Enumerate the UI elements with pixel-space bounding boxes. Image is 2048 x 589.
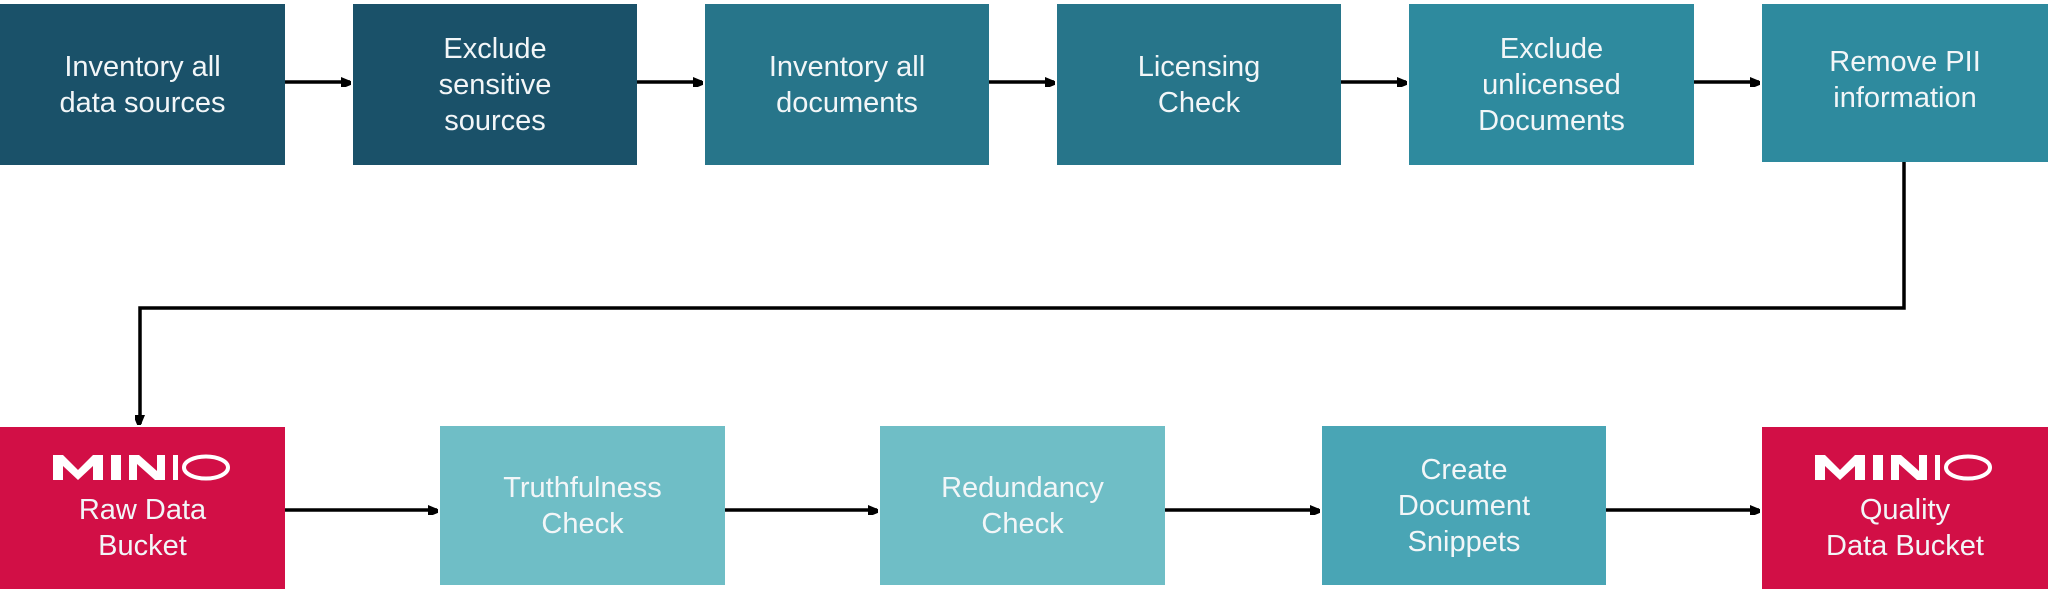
raw-data-bucket: Raw Data Bucket <box>0 427 285 589</box>
minio-logo-icon <box>1815 454 1992 481</box>
step-truthfulness-check: Truthfulness Check <box>440 426 725 585</box>
step-label: Truthfulness Check <box>503 471 662 540</box>
step-label: Exclude sensitive sources <box>438 32 552 137</box>
step-label: Create Document Snippets <box>1397 453 1531 558</box>
minio-logo-icon <box>52 454 230 481</box>
step-redundancy-check: Redundancy Check <box>880 426 1165 585</box>
step-inventory-documents: Inventory all documents <box>705 4 989 165</box>
bucket-label: Raw Data Bucket <box>78 494 207 562</box>
step-label: Licensing Check <box>1137 50 1261 119</box>
step-label: Inventory all data sources <box>59 50 226 119</box>
step-exclude-sensitive-sources: Exclude sensitive sources <box>353 4 637 165</box>
step-label: Inventory all documents <box>768 50 926 119</box>
step-exclude-unlicensed: Exclude unlicensed Documents <box>1409 4 1694 165</box>
step-remove-pii: Remove PII information <box>1762 4 2048 162</box>
step-create-snippets: Create Document Snippets <box>1322 426 1606 585</box>
step-label: Exclude unlicensed Documents <box>1478 32 1625 137</box>
quality-data-bucket: Quality Data Bucket <box>1762 427 2048 589</box>
pipeline-diagram: Inventory all data sources Exclude sensi… <box>0 0 2048 589</box>
step-licensing-check: Licensing Check <box>1057 4 1341 165</box>
step-label: Redundancy Check <box>941 471 1104 540</box>
bucket-label: Quality Data Bucket <box>1826 494 1984 562</box>
step-label: Remove PII information <box>1829 46 1981 114</box>
arrow <box>140 162 1906 424</box>
step-inventory-data-sources: Inventory all data sources <box>0 4 285 165</box>
